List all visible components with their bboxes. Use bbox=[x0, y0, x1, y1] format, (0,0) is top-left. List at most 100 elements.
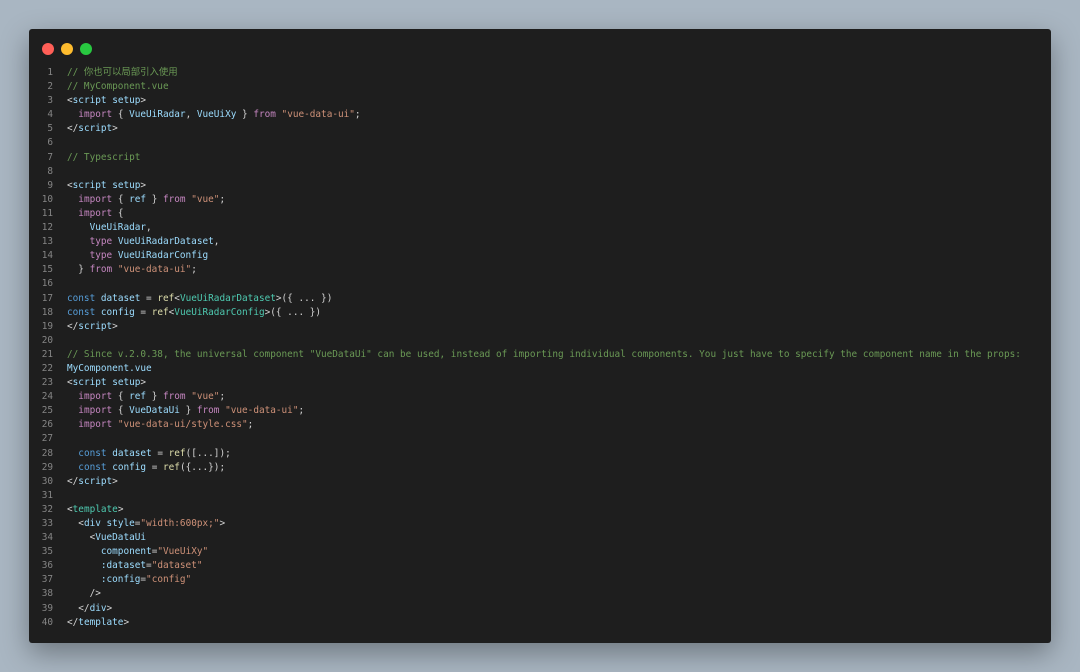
code-token: import bbox=[78, 193, 113, 205]
line-number: 31 bbox=[41, 489, 53, 501]
code-token: "vue-data-ui" bbox=[281, 109, 355, 121]
maximize-window-button[interactable] bbox=[80, 43, 92, 55]
code-token: from bbox=[162, 193, 186, 205]
line-number: 27 bbox=[41, 433, 53, 445]
code-token: "vue-data-ui" bbox=[117, 264, 192, 276]
line-number: 15 bbox=[41, 264, 53, 276]
code-text: </script> bbox=[67, 320, 118, 334]
code-token: >({ ... }) bbox=[264, 306, 322, 318]
code-token: const bbox=[67, 292, 96, 304]
code-text: // Since v.2.0.38, the universal compone… bbox=[67, 348, 1021, 362]
code-token: dataset bbox=[112, 447, 152, 459]
code-text: const config = ref<VueUiRadarConfig>({ .… bbox=[67, 306, 321, 320]
line-number: 36 bbox=[41, 560, 53, 572]
code-token: < bbox=[67, 518, 84, 529]
code-line: 5 </script> bbox=[29, 122, 1051, 136]
code-token: } bbox=[179, 405, 197, 417]
line-number: 2 bbox=[47, 81, 53, 93]
code-line: 24 import { ref } from "vue"; bbox=[29, 390, 1051, 404]
code-text: </script> bbox=[67, 122, 118, 136]
line-number: 34 bbox=[41, 532, 53, 544]
code-token: script bbox=[72, 95, 107, 107]
code-line: 7 // Typescript bbox=[29, 151, 1051, 165]
code-text: :config="config" bbox=[67, 573, 191, 587]
code-token: ref bbox=[157, 292, 175, 304]
code-line: 9 <script setup> bbox=[29, 179, 1051, 193]
code-editor[interactable]: 1// 你也可以局部引入使用 2// MyComponent.vue 3 <scrip… bbox=[29, 66, 1051, 630]
line-number: 23 bbox=[41, 377, 53, 389]
line-number: 19 bbox=[41, 320, 53, 332]
code-line: 12 VueUiRadar, bbox=[29, 221, 1051, 235]
minimize-window-button[interactable] bbox=[61, 43, 73, 55]
code-token: > bbox=[106, 602, 113, 614]
line-number: 32 bbox=[41, 503, 53, 515]
code-token: setup bbox=[112, 95, 141, 107]
code-text: // 你也可以局部引入使用 bbox=[67, 66, 178, 80]
code-line: 14 type VueUiRadarConfig bbox=[29, 249, 1051, 263]
code-text: </script> bbox=[67, 475, 118, 489]
code-token: script bbox=[78, 320, 113, 332]
code-token: < bbox=[67, 532, 96, 544]
code-text: // Typescript bbox=[67, 151, 140, 165]
code-text: VueUiRadar, bbox=[67, 221, 152, 235]
code-token: :dataset bbox=[100, 560, 147, 572]
code-line: 35 component="VueUiXy" bbox=[29, 545, 1051, 559]
code-line: 15 } from "vue-data-ui"; bbox=[29, 263, 1051, 277]
code-token: ({...}); bbox=[179, 461, 226, 473]
code-line: 39 </div> bbox=[29, 602, 1051, 616]
code-line: 16 bbox=[29, 277, 1051, 291]
code-line: 4 import { VueUiRadar, VueUiXy } from "v… bbox=[29, 108, 1051, 122]
code-token: import bbox=[78, 419, 113, 431]
line-number: 16 bbox=[41, 278, 53, 290]
code-token: VueUiRadarDataset bbox=[179, 292, 276, 304]
code-token: , bbox=[146, 222, 152, 234]
code-token: ; bbox=[298, 405, 305, 417]
close-window-button[interactable] bbox=[42, 43, 54, 55]
code-token: = bbox=[151, 447, 169, 459]
code-line: 32 <template> bbox=[29, 503, 1051, 517]
code-window: 1// 你也可以局部引入使用 2// MyComponent.vue 3 <scrip… bbox=[29, 29, 1051, 643]
code-line: 21 // Since v.2.0.38, the universal compo… bbox=[29, 348, 1051, 362]
code-token: ref bbox=[129, 391, 147, 403]
code-token: > bbox=[219, 518, 226, 529]
code-text: /> bbox=[67, 587, 101, 601]
code-token: // Typescript bbox=[67, 151, 141, 163]
code-text: <VueDataUi bbox=[67, 531, 146, 545]
code-text: import { ref } from "vue"; bbox=[67, 390, 225, 404]
code-text: <script setup> bbox=[67, 179, 146, 193]
code-token: div bbox=[83, 518, 101, 529]
code-token: from bbox=[162, 391, 186, 403]
line-number: 1 bbox=[47, 67, 53, 78]
line-number: 40 bbox=[41, 616, 53, 628]
code-token: template bbox=[72, 503, 118, 515]
title-bar bbox=[29, 29, 1051, 69]
line-number: 11 bbox=[41, 207, 53, 219]
code-line: 25 import { VueDataUi } from "vue-data-u… bbox=[29, 404, 1051, 418]
code-token: const bbox=[67, 306, 96, 318]
code-token: /> bbox=[67, 588, 101, 600]
code-token: component bbox=[100, 546, 152, 558]
line-number: 22 bbox=[41, 362, 53, 374]
code-text: component="VueUiXy" bbox=[67, 545, 208, 559]
code-line: 17 const dataset = ref<VueUiRadarDataset>… bbox=[29, 292, 1051, 306]
code-line: 23 <script setup> bbox=[29, 376, 1051, 390]
code-token: </ bbox=[67, 475, 79, 487]
code-line: 40 </template> bbox=[29, 616, 1051, 630]
code-token: ref bbox=[168, 447, 186, 459]
code-token: "vue-data-ui" bbox=[225, 405, 299, 417]
line-number: 9 bbox=[47, 179, 53, 191]
code-token: </ bbox=[67, 320, 79, 332]
code-token: ref bbox=[163, 461, 180, 473]
line-number: 28 bbox=[41, 447, 53, 459]
code-line: 22 MyComponent.vue bbox=[29, 362, 1051, 376]
line-number: 25 bbox=[41, 405, 53, 417]
code-text: </div> bbox=[67, 602, 112, 616]
code-line: 6 bbox=[29, 136, 1051, 150]
line-number: 6 bbox=[47, 137, 53, 149]
code-token: > bbox=[112, 320, 118, 332]
code-token: > bbox=[117, 503, 124, 515]
